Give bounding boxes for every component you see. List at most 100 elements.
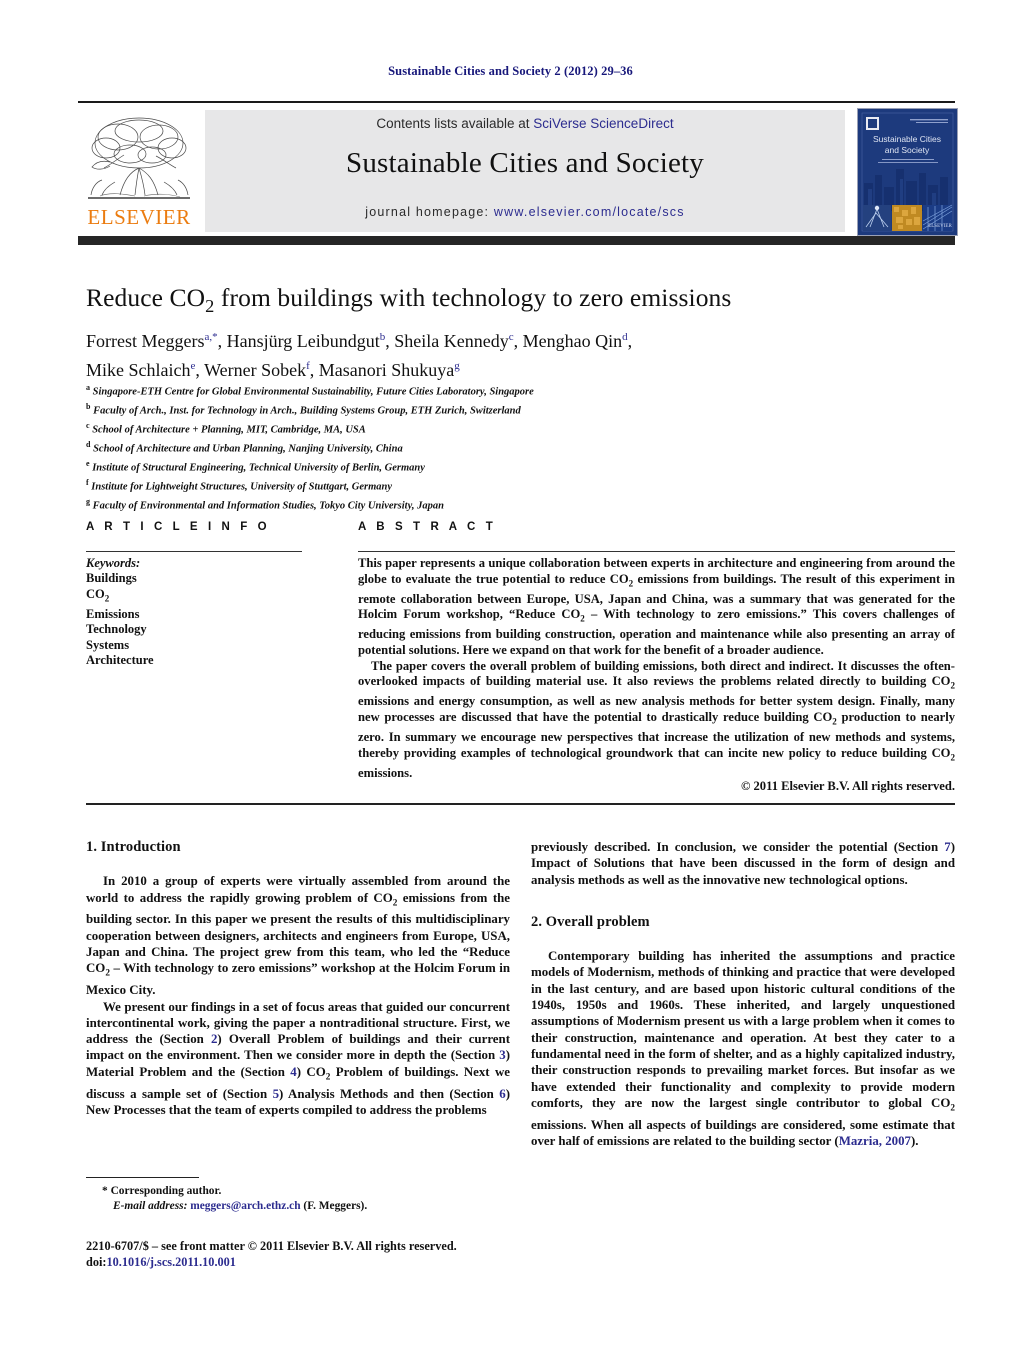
affiliation-list: a Singapore-ETH Centre for Global Enviro… (86, 381, 786, 514)
corresponding-author-label: Corresponding author. (110, 1185, 222, 1197)
author-affil-marks[interactable]: g (454, 360, 460, 372)
svg-text:Sustainable Cities: Sustainable Cities (873, 134, 941, 144)
affiliation-mark: d (86, 440, 91, 449)
section-1-paragraph-2-continued: previously described. In conclusion, we … (531, 839, 955, 888)
co2-subscript: 2 (950, 1103, 955, 1114)
keyword-item: Technology (86, 622, 147, 637)
keyword-item: Systems (86, 637, 130, 652)
author-name: Forrest Meggers (86, 331, 205, 351)
author-affil-marks[interactable]: f (306, 360, 310, 372)
author-name: Sheila Kennedy (394, 331, 509, 351)
body-text: ) CO (296, 1064, 326, 1079)
keyword-item: CO2 (86, 586, 110, 604)
elsevier-wordmark: ELSEVIER (87, 205, 191, 229)
author-name: Menghao Qin (522, 331, 623, 351)
section-2-heading: 2. Overall problem (531, 913, 650, 930)
footnote-rule (86, 1177, 199, 1178)
abstract-rule (358, 551, 955, 552)
keyword-item: Buildings (86, 571, 137, 586)
doi-label: doi: (86, 1255, 107, 1269)
contents-available-label: Contents lists available at (376, 116, 534, 131)
citation-link[interactable]: Mazria, 2007 (839, 1134, 911, 1148)
elsevier-tree-icon (88, 117, 190, 199)
body-text: Contemporary building has inherited the … (531, 949, 955, 1110)
abstract-copyright: © 2011 Elsevier B.V. All rights reserved… (740, 779, 955, 793)
affiliation-item: b Faculty of Arch., Inst. for Technology… (86, 400, 786, 419)
journal-title: Sustainable Cities and Society (346, 147, 704, 179)
keyword-subscript: 2 (104, 593, 110, 604)
affiliation-text: Institute of Structural Engineering, Tec… (92, 462, 425, 474)
body-column-right: previously described. In conclusion, we … (531, 839, 955, 1149)
footnote-block: * Corresponding author. E-mail address: … (86, 1184, 510, 1213)
affiliation-mark: a (86, 383, 90, 392)
author-list: Forrest Meggersa,*, Hansjürg Leibundgutb… (86, 331, 633, 380)
body-column-left: 1. Introduction In 2010 a group of exper… (86, 839, 510, 1118)
affiliation-text: Faculty of Environmental and Information… (92, 500, 444, 512)
abstract-paragraph: This paper represents a unique collabora… (358, 556, 955, 659)
author-affil-marks[interactable]: b (380, 331, 386, 343)
author-affil-marks[interactable]: c (509, 331, 514, 343)
keyword-item: Emissions (86, 606, 140, 621)
affiliation-mark: c (86, 421, 90, 430)
affiliation-item: d School of Architecture and Urban Plann… (86, 438, 786, 457)
abstract-text: emissions. (358, 765, 413, 780)
section-1-heading: 1. Introduction (86, 839, 181, 855)
author-name: Masanori Shukuya (318, 360, 455, 380)
affiliation-mark: g (86, 497, 90, 506)
affiliation-item: f Institute for Lightweight Structures, … (86, 476, 786, 495)
keywords-block: Keywords: Buildings CO2 Emissions Techno… (86, 556, 326, 668)
affiliation-text: Faculty of Arch., Inst. for Technology i… (93, 405, 521, 417)
author-name: Mike Schlaich (86, 360, 191, 380)
email-label: E-mail address: (113, 1199, 188, 1212)
abstract-text: The paper covers the overall problem of … (358, 658, 955, 689)
affiliation-text: School of Architecture + Planning, MIT, … (92, 424, 366, 436)
journal-cover-art-icon: Sustainable Cities and Society ELSEVIER (858, 109, 957, 235)
section-1-paragraph-1: In 2010 a group of experts were virtuall… (86, 873, 510, 998)
author-affil-marks[interactable]: e (190, 360, 195, 372)
keywords-label: Keywords: (86, 556, 141, 570)
author-affil-marks[interactable]: a,* (204, 331, 217, 343)
email-suffix: (F. Meggers). (300, 1199, 368, 1212)
affiliation-item: a Singapore-ETH Centre for Global Enviro… (86, 381, 786, 400)
journal-homepage-line: journal homepage: www.elsevier.com/locat… (205, 205, 845, 219)
article-title-part-1: Reduce CO (86, 283, 206, 312)
body-text: ) Analysis Methods and then (Section (279, 1086, 500, 1101)
affiliation-item: e Institute of Structural Engineering, T… (86, 457, 786, 476)
body-text: previously described. In conclusion, we … (531, 840, 945, 854)
section-2-paragraph-1: Contemporary building has inherited the … (531, 948, 955, 1149)
contents-available-line: Contents lists available at SciVerse Sci… (205, 116, 845, 131)
doi-value[interactable]: 10.1016/j.scs.2011.10.001 (107, 1255, 236, 1269)
affiliation-mark: e (86, 459, 90, 468)
sciverse-sciencedirect-link[interactable]: SciVerse ScienceDirect (533, 116, 673, 131)
email-line: E-mail address: meggers@arch.ethz.ch (F.… (86, 1199, 510, 1214)
affiliation-text: School of Architecture and Urban Plannin… (93, 443, 403, 455)
issn-line: 2210-6707/$ – see front matter © 2011 El… (86, 1239, 457, 1253)
imprint-block: 2210-6707/$ – see front matter © 2011 El… (86, 1238, 546, 1270)
abstract-bottom-rule (86, 803, 955, 805)
body-text: – With technology to zero emissions” wor… (86, 961, 510, 998)
header-bottom-thick-rule (78, 236, 955, 245)
author-name: Hansjürg Leibundgut (226, 331, 380, 351)
running-head: Sustainable Cities and Society 2 (2012) … (388, 64, 633, 78)
author-affil-marks[interactable]: d (622, 331, 628, 343)
elsevier-logo: ELSEVIER (80, 110, 198, 232)
article-title: Reduce CO2 from buildings with technolog… (86, 283, 966, 317)
doi-line: doi:10.1016/j.scs.2011.10.001 (86, 1254, 546, 1270)
svg-text:ELSEVIER: ELSEVIER (928, 224, 952, 229)
corresponding-author-line: * Corresponding author. (86, 1184, 510, 1199)
article-info-rule (86, 551, 302, 552)
affiliation-item: c School of Architecture + Planning, MIT… (86, 419, 786, 438)
journal-cover-thumbnail: Sustainable Cities and Society ELSEVIER (857, 108, 958, 236)
article-title-part-2: from buildings with technology to zero e… (214, 283, 732, 312)
affiliation-item: g Faculty of Environmental and Informati… (86, 495, 786, 514)
abstract-paragraph: The paper covers the overall problem of … (358, 659, 955, 782)
paper-page: Sustainable Cities and Society 2 (2012) … (0, 0, 1021, 1351)
body-text: ). (911, 1134, 919, 1149)
affiliation-mark: b (86, 402, 91, 411)
co2-subscript: 2 (950, 680, 955, 691)
affiliation-mark: f (86, 478, 89, 487)
co2-subscript: 2 (950, 752, 955, 763)
journal-homepage-label: journal homepage: (365, 205, 494, 219)
journal-homepage-url[interactable]: www.elsevier.com/locate/scs (494, 205, 685, 219)
email-link[interactable]: meggers@arch.ethz.ch (190, 1200, 300, 1212)
